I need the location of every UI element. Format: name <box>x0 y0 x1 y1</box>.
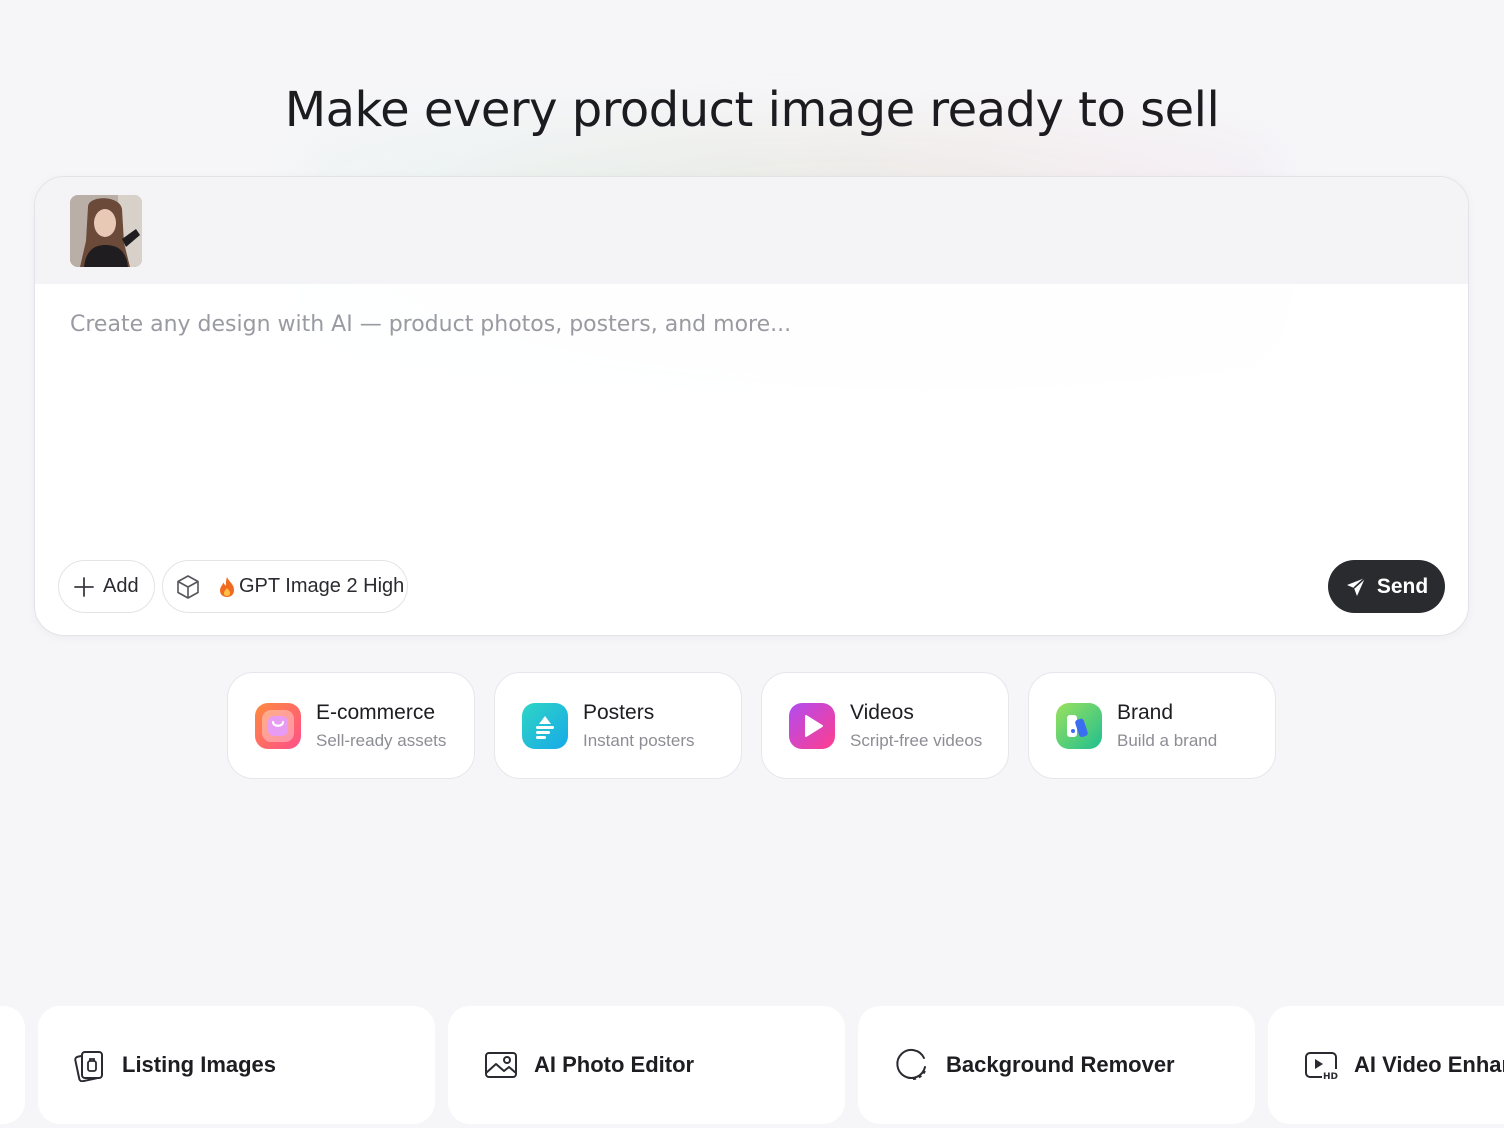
model-selector[interactable]: GPT Image 2 High <box>162 560 408 613</box>
category-ecommerce[interactable]: E-commerce Sell-ready assets <box>227 672 475 779</box>
tool-card-ai-photo-editor[interactable]: AI Photo Editor <box>448 1006 845 1124</box>
category-row: E-commerce Sell-ready assets Posters Ins… <box>227 672 1276 779</box>
add-label: Add <box>103 575 139 597</box>
category-subtitle: Build a brand <box>1117 730 1218 750</box>
brand-icon <box>1056 702 1102 749</box>
image-icon <box>484 1050 518 1080</box>
category-title: E-commerce <box>316 700 436 724</box>
add-button[interactable]: Add <box>58 560 155 613</box>
tool-label: AI Video Enhancer <box>1354 1052 1504 1077</box>
play-icon <box>789 702 835 749</box>
category-videos[interactable]: Videos Script-free videos <box>761 672 1009 779</box>
listing-images-icon <box>74 1048 106 1082</box>
fire-icon <box>219 576 235 598</box>
category-title: Posters <box>583 700 655 724</box>
attached-image-thumbnail[interactable] <box>70 195 142 267</box>
category-title: Brand <box>1117 700 1174 724</box>
page-title: Make every product image ready to sell <box>284 82 1220 138</box>
cube-icon <box>175 574 201 600</box>
category-posters[interactable]: Posters Instant posters <box>494 672 742 779</box>
tools-carousel: Listing Images AI Photo Editor Backgroun… <box>0 1006 1504 1124</box>
send-icon <box>1345 576 1367 598</box>
tool-label: Background Remover <box>946 1052 1175 1077</box>
background-remover-icon <box>894 1047 930 1083</box>
plus-icon <box>73 576 95 598</box>
prompt-input[interactable] <box>70 312 1430 512</box>
category-brand[interactable]: Brand Build a brand <box>1028 672 1276 779</box>
page: Make every product image ready to sell A… <box>0 0 1504 1128</box>
svg-text:HD: HD <box>1323 1072 1338 1080</box>
tool-label: Listing Images <box>122 1052 277 1077</box>
category-subtitle: Sell-ready assets <box>316 730 447 750</box>
category-subtitle: Script-free videos <box>850 730 983 750</box>
poster-icon <box>522 702 568 749</box>
tool-card-background-remover[interactable]: Background Remover <box>858 1006 1255 1124</box>
attachment-strip <box>35 177 1468 284</box>
tool-card-ai-video-enhancer[interactable]: HD AI Video Enhancer <box>1268 1006 1504 1124</box>
tool-card-listing-images[interactable]: Listing Images <box>38 1006 435 1124</box>
send-label: Send <box>1376 574 1429 598</box>
shopping-bag-icon <box>255 702 301 749</box>
prompt-composer: Add GPT Image 2 High <box>34 176 1469 636</box>
send-button[interactable]: Send <box>1328 560 1445 613</box>
tool-card-partial[interactable] <box>0 1006 25 1124</box>
category-subtitle: Instant posters <box>583 730 695 750</box>
tool-label: AI Photo Editor <box>534 1052 695 1077</box>
model-label: GPT Image 2 High <box>239 575 405 597</box>
category-title: Videos <box>850 700 914 724</box>
video-hd-icon: HD <box>1304 1050 1338 1080</box>
